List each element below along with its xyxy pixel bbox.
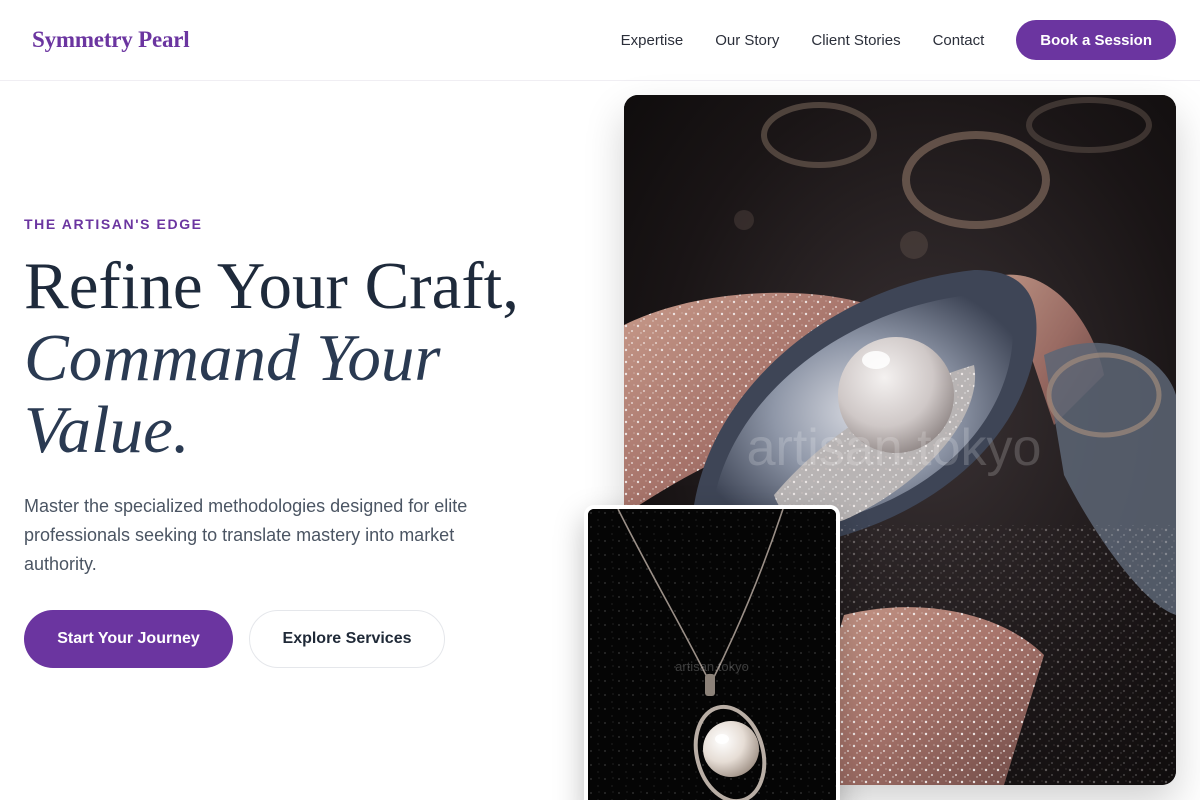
- main-image-watermark: artisan.tokyo: [747, 419, 1042, 477]
- start-journey-button[interactable]: Start Your Journey: [24, 610, 233, 668]
- site-header: Symmetry Pearl Expertise Our Story Clien…: [0, 0, 1200, 81]
- nav-link-expertise[interactable]: Expertise: [621, 32, 684, 49]
- headline-line-1: Refine Your Craft,: [24, 249, 520, 323]
- nav-link-our-story[interactable]: Our Story: [715, 32, 779, 49]
- book-session-button[interactable]: Book a Session: [1016, 20, 1176, 60]
- secondary-image-pearl-pendant: artisan.tokyo: [584, 505, 840, 800]
- nav-link-client-stories[interactable]: Client Stories: [811, 32, 900, 49]
- headline-line-2: Command Your: [24, 321, 441, 395]
- hero-subtext: Master the specialized methodologies des…: [24, 496, 468, 574]
- headline-line-3: Value.: [24, 393, 190, 467]
- pearl-pendant-illustration: artisan.tokyo: [588, 509, 836, 800]
- explore-services-button[interactable]: Explore Services: [249, 610, 445, 668]
- hero-eyebrow: THE ARTISAN'S EDGE: [24, 216, 203, 232]
- brand-logo[interactable]: Symmetry Pearl: [32, 27, 190, 53]
- nav-link-contact[interactable]: Contact: [933, 32, 985, 49]
- secondary-image-watermark: artisan.tokyo: [675, 659, 749, 674]
- main-nav: Expertise Our Story Client Stories Conta…: [621, 20, 1176, 60]
- hero-headline: Refine Your Craft, Command Your Value.: [24, 250, 584, 466]
